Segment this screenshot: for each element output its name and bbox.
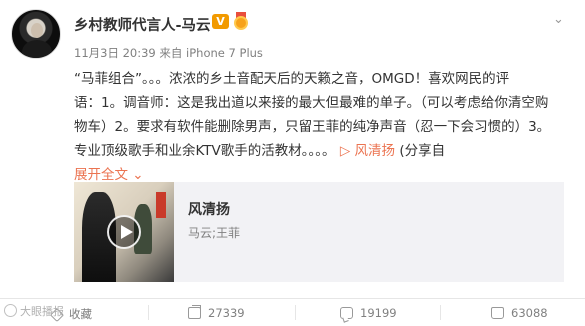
like-icon [491, 307, 504, 319]
repost-button[interactable]: 27339 [188, 305, 245, 320]
song-artist: 马云;王菲 [188, 226, 241, 240]
song-title[interactable]: 风清扬 [188, 199, 230, 219]
music-link[interactable]: ▷ 风清扬 [340, 143, 395, 159]
like-count: 63088 [511, 306, 548, 320]
divider [295, 305, 296, 320]
verified-icon: V [212, 14, 229, 29]
content-line-4: 专业顶级歌手和业余KTV歌手的活教材。。。。 ▷ 风清扬 (分享自 [74, 139, 564, 163]
music-card[interactable]: 风清扬 马云;王菲 [74, 182, 564, 282]
divider [148, 305, 149, 320]
avatar-face [31, 23, 43, 38]
play-icon[interactable] [107, 215, 141, 249]
album-cover[interactable] [74, 182, 174, 282]
share-icon [188, 305, 201, 319]
watermark: 大眼播报 [4, 303, 64, 319]
medal-icon [233, 12, 249, 30]
comment-count: 19199 [360, 306, 397, 320]
cover-stamp [156, 192, 166, 218]
comment-icon [340, 307, 353, 319]
avatar[interactable] [11, 9, 61, 59]
content-line: 语：1。调音师：这是我出道以来接的最大但最难的单子。（可以考虑给你清空购 [74, 95, 549, 111]
author-name[interactable]: 乡村教师代言人-马云 [74, 14, 211, 35]
content-line: 物车）2。要求有软件能删除男声，只留王菲的纯净声音（忍一下会习惯的）3。 [74, 119, 551, 135]
comment-button[interactable]: 19199 [340, 306, 397, 320]
watermark-logo-icon [4, 304, 17, 317]
content-line-text: 专业顶级歌手和业余KTV歌手的活教材。。。。 [74, 143, 336, 159]
post-timestamp[interactable]: 11月3日 20:39 来自 iPhone 7 Plus [74, 45, 263, 61]
chevron-down-icon[interactable]: ⌄ [553, 12, 564, 27]
favorite-label: 收藏 [69, 307, 92, 321]
content-line: “马菲组合”。。。浓浓的乡土音配天后的天籁之音，OMGD！喜欢网民的评 [74, 71, 510, 87]
share-suffix: (分享自 [395, 143, 446, 159]
medal-ring [234, 16, 248, 30]
watermark-text: 大眼播报 [20, 305, 64, 318]
action-bar: 收藏 27339 19199 63088 [0, 298, 585, 326]
post-content: “马菲组合”。。。浓浓的乡土音配天后的天籁之音，OMGD！喜欢网民的评 语：1。… [74, 67, 564, 187]
avatar-shoulders [22, 40, 52, 58]
like-button[interactable]: 63088 [491, 306, 548, 320]
repost-count: 27339 [208, 306, 245, 320]
divider [440, 305, 441, 320]
